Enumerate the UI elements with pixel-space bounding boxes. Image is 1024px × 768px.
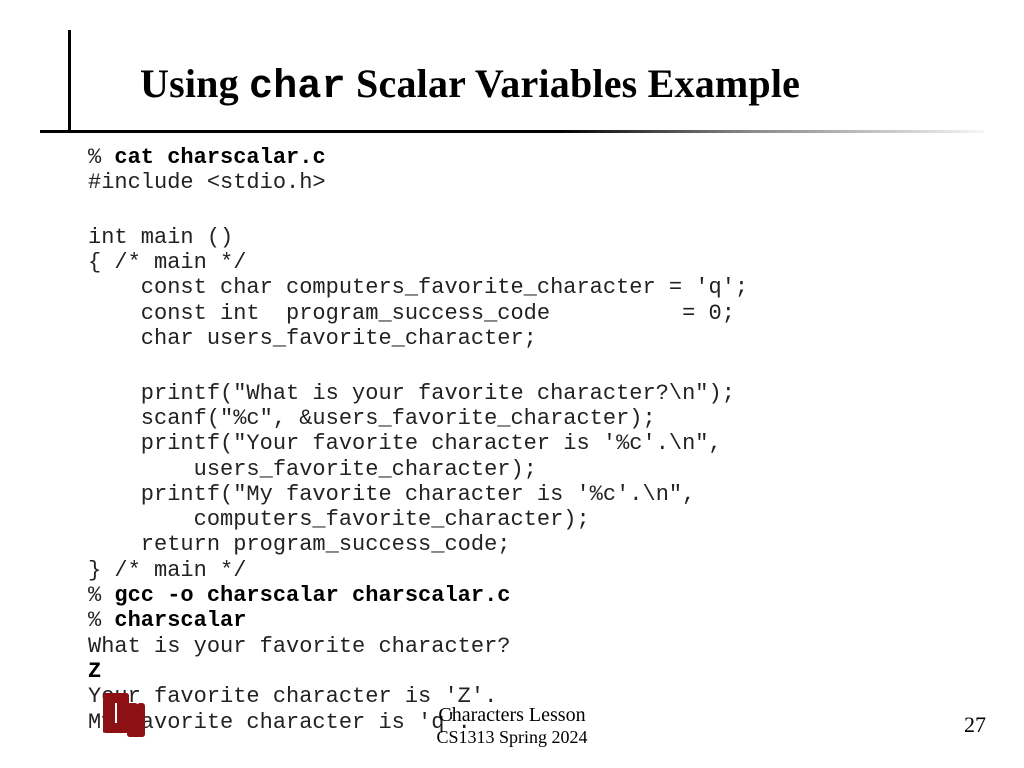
code-line-4: { /* main */: [88, 250, 246, 275]
code-line-12: printf("My favorite character is '%c'.\n…: [88, 482, 695, 507]
code-block: % cat charscalar.c #include <stdio.h> in…: [88, 145, 964, 735]
page-number: 27: [964, 712, 986, 738]
code-line-16: % gcc -o charscalar charscalar.c: [88, 583, 510, 608]
footer-line-2: CS1313 Spring 2024: [0, 727, 1024, 748]
code-line-17: % charscalar: [88, 608, 246, 633]
code-line-19: Z: [88, 659, 101, 684]
code-line-14: return program_success_code;: [88, 532, 510, 557]
code-line-5: const char computers_favorite_character …: [88, 275, 748, 300]
prompt: %: [88, 145, 114, 170]
code-line-15: } /* main */: [88, 558, 246, 583]
slide: Using char Scalar Variables Example % ca…: [0, 0, 1024, 768]
code-line-13: computers_favorite_character);: [88, 507, 590, 532]
code-line-11: users_favorite_character);: [88, 457, 537, 482]
title-post: Scalar Variables Example: [346, 61, 800, 106]
prompt: %: [88, 608, 114, 633]
code-line-2: #include <stdio.h>: [88, 170, 326, 195]
code-line-10: printf("Your favorite character is '%c'.…: [88, 431, 722, 456]
command-run: charscalar: [114, 608, 246, 633]
command-gcc: gcc -o charscalar charscalar.c: [114, 583, 510, 608]
code-line-9: scanf("%c", &users_favorite_character);: [88, 406, 656, 431]
command-cat: cat charscalar.c: [114, 145, 325, 170]
title-pre: Using: [140, 61, 249, 106]
title-rule: [40, 130, 984, 134]
title-mono: char: [249, 65, 346, 110]
code-line-7: char users_favorite_character;: [88, 326, 537, 351]
code-line-8: printf("What is your favorite character?…: [88, 381, 735, 406]
footer-center: Characters Lesson CS1313 Spring 2024: [0, 704, 1024, 748]
title-area: Using char Scalar Variables Example: [70, 60, 964, 110]
code-line-3: int main (): [88, 225, 233, 250]
slide-title: Using char Scalar Variables Example: [70, 60, 964, 110]
code-line-1: % cat charscalar.c: [88, 145, 326, 170]
code-line-18: What is your favorite character?: [88, 634, 510, 659]
footer: Characters Lesson CS1313 Spring 2024 27: [0, 690, 1024, 750]
code-line-6: const int program_success_code = 0;: [88, 301, 735, 326]
prompt: %: [88, 583, 114, 608]
title-rule-bar: [40, 130, 984, 133]
footer-line-1: Characters Lesson: [0, 704, 1024, 727]
